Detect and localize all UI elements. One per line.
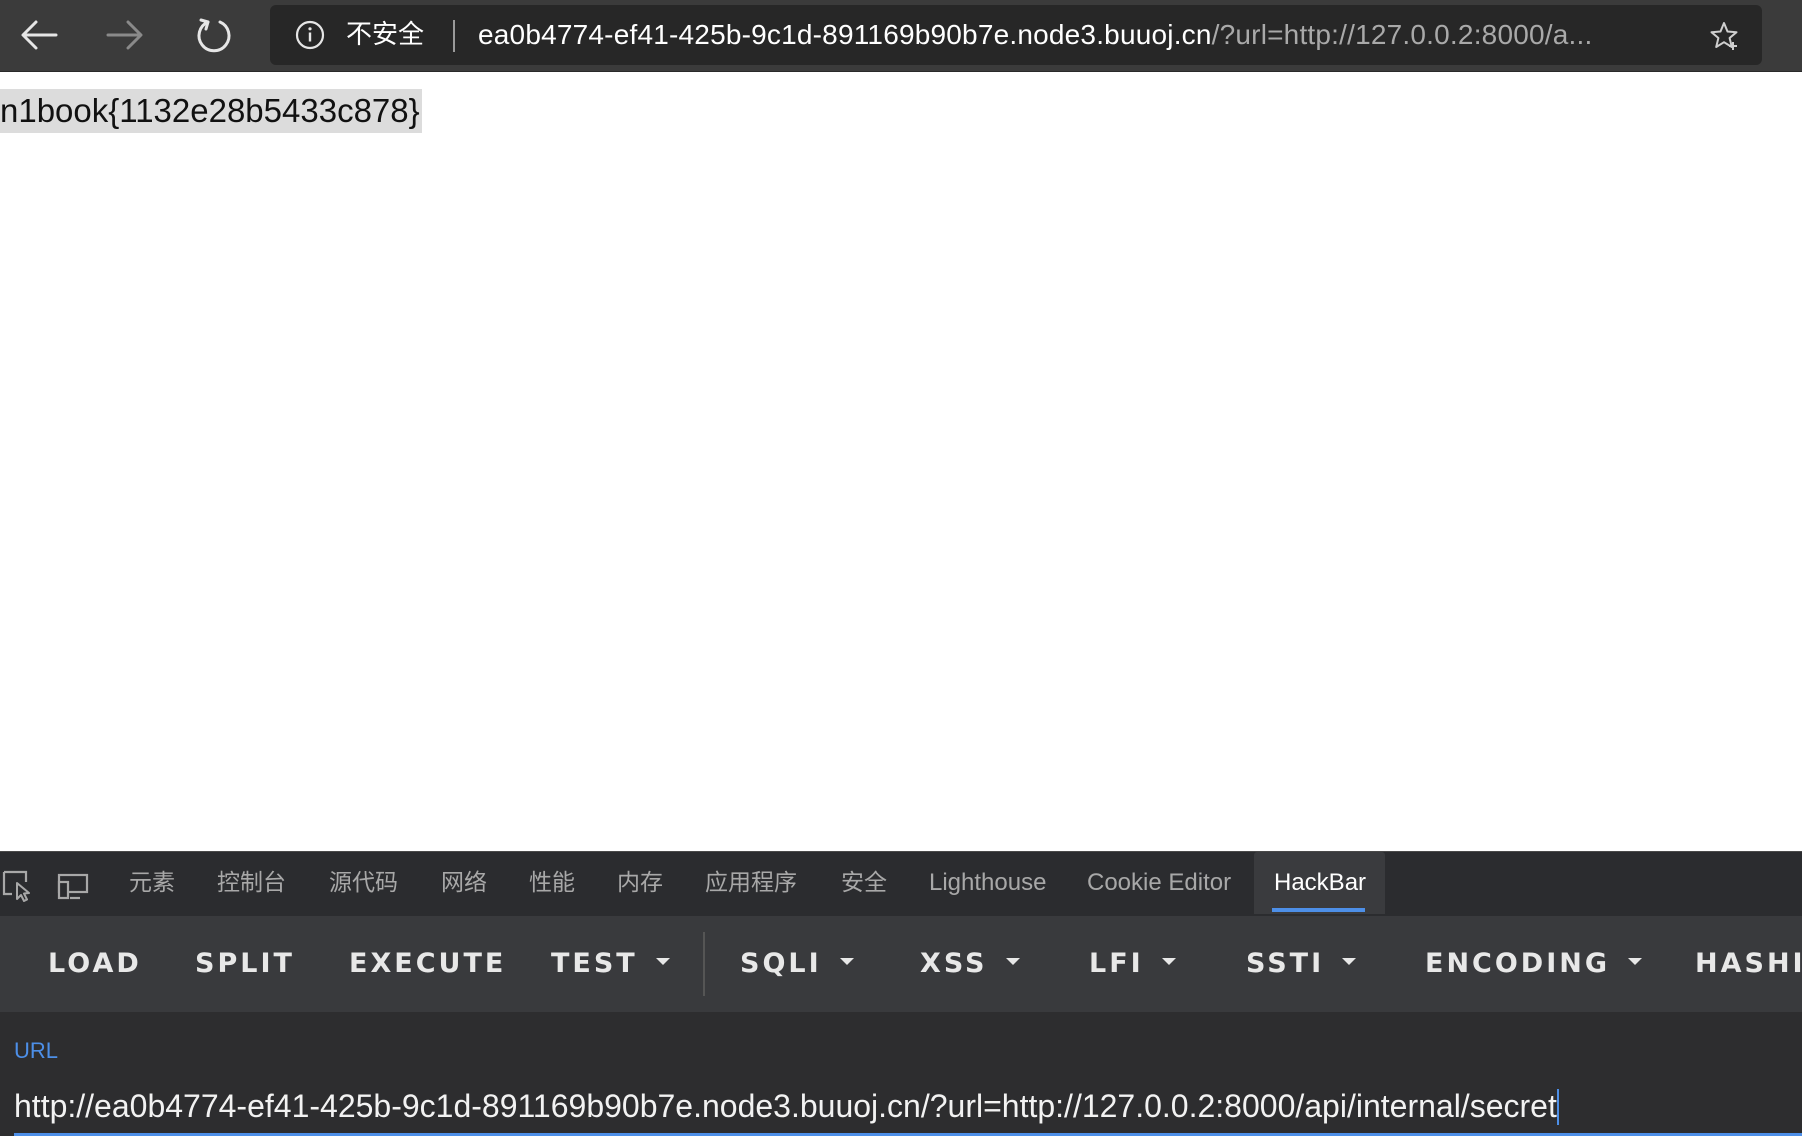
chevron-down-icon: [839, 958, 854, 965]
encoding-dropdown[interactable]: ENCODING: [1425, 916, 1643, 1012]
execute-button[interactable]: EXECUTE: [349, 916, 506, 1012]
devtools-panel: 元素 控制台 源代码 网络 性能 内存 应用程序 安全 Lighthouse C…: [0, 851, 1802, 1136]
reload-icon: [197, 18, 231, 53]
security-label[interactable]: 不安全: [346, 5, 424, 65]
tab-hackbar-label: HackBar: [1274, 869, 1367, 896]
load-button[interactable]: LOAD: [48, 916, 142, 1012]
browser-toolbar: 不安全 ea0b4774-ef41-425b-9c1d-891169b90b7e…: [0, 0, 1802, 72]
hackbar-toolbar: LOAD SPLIT EXECUTE TEST SQLI XSS LFI SST…: [0, 916, 1802, 1012]
test-dropdown[interactable]: TEST: [551, 916, 670, 1012]
text-cursor: [1556, 1088, 1559, 1125]
chevron-down-icon: [1342, 958, 1357, 965]
tab-cookie-editor[interactable]: Cookie Editor: [1087, 852, 1231, 914]
hackbar-url-section: URL http://ea0b4774-ef41-425b-9c1d-89116…: [0, 1012, 1802, 1136]
reload-button[interactable]: [186, 10, 242, 60]
lfi-dropdown[interactable]: LFI: [1089, 916, 1176, 1012]
forward-button[interactable]: [97, 10, 153, 60]
inspect-element-icon[interactable]: [0, 868, 34, 902]
toolbar-separator: [703, 932, 705, 996]
split-button[interactable]: SPLIT: [195, 916, 295, 1012]
forward-arrow-icon: [106, 20, 143, 50]
chevron-down-icon: [1628, 958, 1643, 965]
lfi-label: LFI: [1089, 948, 1144, 979]
url-field-label: URL: [14, 1038, 59, 1063]
hashing-dropdown[interactable]: HASHIN: [1695, 916, 1802, 1012]
tab-memory[interactable]: 内存: [617, 852, 663, 914]
sqli-dropdown[interactable]: SQLI: [740, 916, 854, 1012]
chevron-down-icon: [655, 958, 670, 965]
url-host: ea0b4774-ef41-425b-9c1d-891169b90b7e.nod…: [478, 19, 1212, 50]
tab-elements[interactable]: 元素: [129, 852, 175, 914]
tab-security[interactable]: 安全: [841, 852, 887, 914]
xss-label: XSS: [920, 948, 988, 979]
back-arrow-icon: [21, 20, 58, 50]
chevron-down-icon: [1161, 958, 1176, 965]
address-bar[interactable]: 不安全 ea0b4774-ef41-425b-9c1d-891169b90b7e…: [270, 5, 1762, 65]
encoding-label: ENCODING: [1425, 948, 1611, 979]
address-url[interactable]: ea0b4774-ef41-425b-9c1d-891169b90b7e.nod…: [478, 5, 1678, 65]
ssti-label: SSTI: [1246, 948, 1325, 979]
tab-sources[interactable]: 源代码: [329, 852, 398, 914]
tab-application[interactable]: 应用程序: [705, 852, 797, 914]
tab-performance[interactable]: 性能: [529, 852, 575, 914]
ssti-dropdown[interactable]: SSTI: [1246, 916, 1357, 1012]
tab-hackbar[interactable]: HackBar: [1254, 852, 1385, 914]
tab-network[interactable]: 网络: [441, 852, 487, 914]
back-button[interactable]: [11, 10, 67, 60]
flag-text: n1book{1132e28b5433c878}: [0, 89, 422, 133]
active-tab-indicator: [1272, 908, 1365, 912]
star-icon[interactable]: [1708, 20, 1740, 52]
tab-lighthouse[interactable]: Lighthouse: [929, 852, 1046, 914]
url-input-value: http://ea0b4774-ef41-425b-9c1d-891169b90…: [14, 1088, 1557, 1124]
chevron-down-icon: [1005, 958, 1020, 965]
tab-console[interactable]: 控制台: [217, 852, 286, 914]
info-icon[interactable]: [295, 20, 325, 50]
devtools-tab-bar: 元素 控制台 源代码 网络 性能 内存 应用程序 安全 Lighthouse C…: [0, 851, 1802, 916]
device-toolbar-icon[interactable]: [56, 868, 90, 902]
url-input[interactable]: http://ea0b4774-ef41-425b-9c1d-891169b90…: [14, 1084, 1794, 1128]
omnibox-divider: [453, 20, 455, 52]
url-path: /?url=http://127.0.0.2:8000/a...: [1211, 19, 1593, 50]
page-content: n1book{1132e28b5433c878}: [0, 73, 1802, 851]
xss-dropdown[interactable]: XSS: [920, 916, 1020, 1012]
sqli-label: SQLI: [740, 948, 822, 979]
test-label: TEST: [551, 948, 638, 979]
